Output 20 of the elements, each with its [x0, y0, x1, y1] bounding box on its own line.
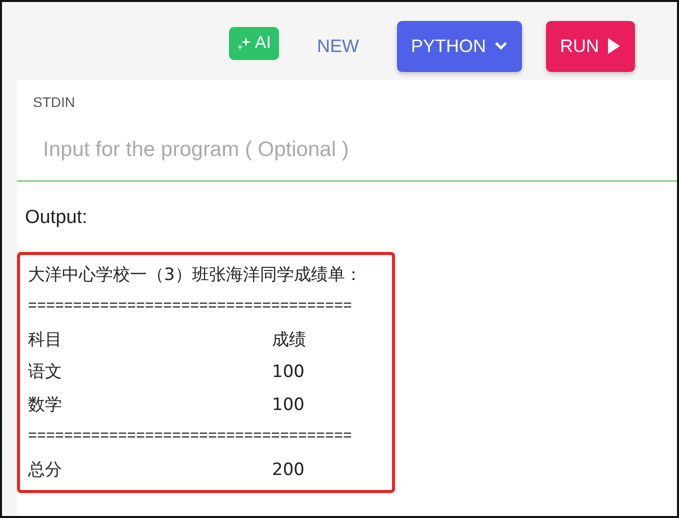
- output-label: Output:: [25, 206, 88, 228]
- subject-text: 数学: [28, 394, 63, 416]
- score-text: 200: [272, 460, 304, 480]
- run-button[interactable]: RUN: [546, 20, 635, 72]
- output-line: ====================================: [28, 428, 352, 445]
- new-button[interactable]: NEW: [302, 20, 373, 72]
- play-icon: [607, 37, 621, 55]
- chevron-down-icon: [494, 41, 508, 51]
- stdin-label: STDIN: [33, 94, 75, 110]
- score-text: 100: [272, 362, 304, 382]
- language-dropdown[interactable]: PYTHON: [396, 20, 522, 72]
- output-line: ====================================: [28, 298, 352, 315]
- subject-text: 总分: [28, 458, 63, 482]
- ai-button[interactable]: AI: [228, 26, 279, 60]
- output-line: 大洋中心学校一（3）班张海洋同学成绩单：: [28, 264, 362, 284]
- score-text: 100: [272, 394, 304, 414]
- score-text: 成绩: [272, 330, 306, 350]
- sparkle-icon: [236, 36, 251, 50]
- subject-text: 语文: [28, 361, 63, 384]
- subject-text: 科目: [28, 328, 63, 352]
